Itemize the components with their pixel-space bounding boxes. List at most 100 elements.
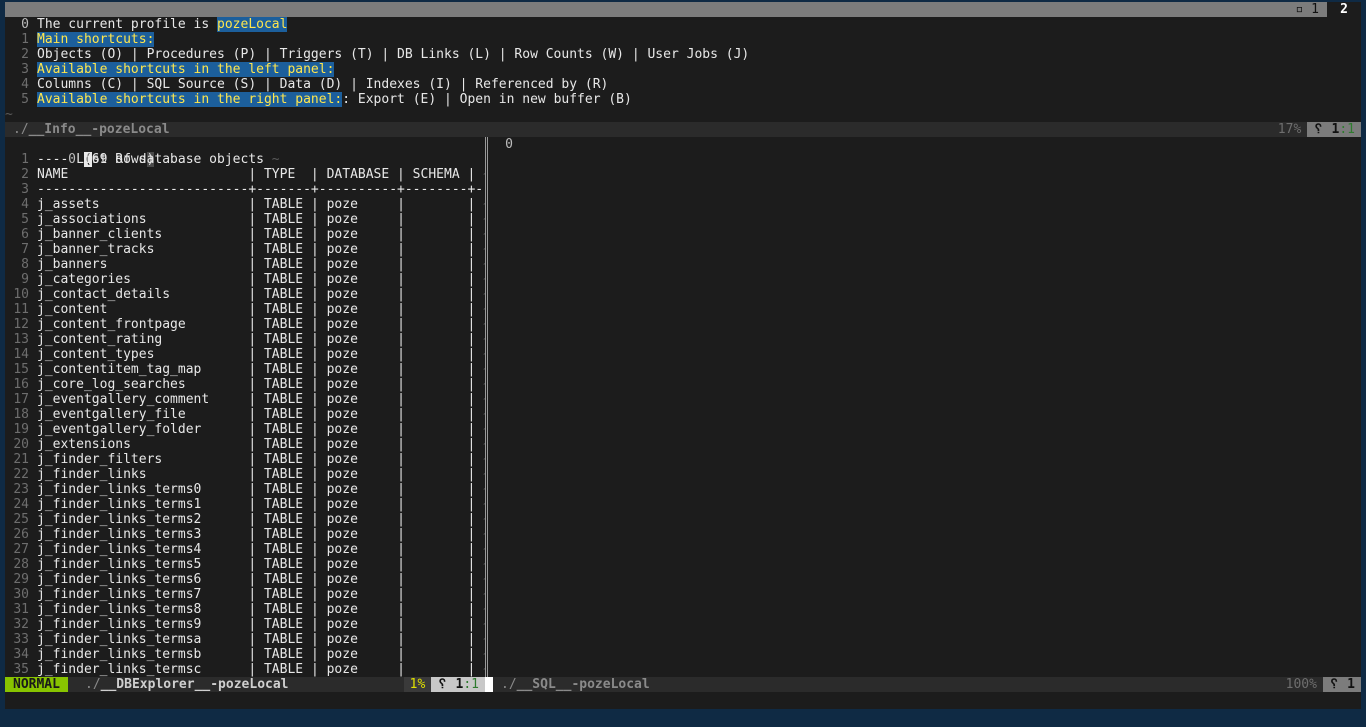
line-number: 11	[13, 302, 29, 317]
table-row[interactable]: 4 j_assets | TABLE | poze | | ~	[5, 197, 485, 212]
object-name: j_finder_links_termsc	[37, 662, 249, 677]
object-name: j_finder_links_termsb	[37, 647, 249, 662]
info-text: pozeLocal	[217, 17, 288, 32]
table-row[interactable]: 22 j_finder_links | TABLE | poze | | ~	[5, 467, 485, 482]
db-explorer-pane[interactable]: 0 (69 Rows) 1 ---- List of database object…	[5, 137, 485, 677]
object-name: j_eventgallery_folder	[37, 422, 249, 437]
cell-sep: |	[248, 302, 264, 317]
vertical-split-border[interactable]	[485, 137, 488, 677]
branch-icon: ␦	[1328, 677, 1340, 692]
info-file-name: __Info__-pozeLocal	[28, 122, 170, 137]
line-number: 30	[13, 587, 29, 602]
explorer-scroll-percent: 1%	[403, 677, 432, 692]
table-row[interactable]: 16 j_core_log_searches | TABLE | poze | |…	[5, 377, 485, 392]
split-tilde: ~	[475, 437, 485, 452]
table-row[interactable]: 28 j_finder_links_terms5 | TABLE | poze |…	[5, 557, 485, 572]
table-row[interactable]: 7 j_banner_tracks | TABLE | poze | | ~	[5, 242, 485, 257]
empty-line	[489, 332, 1361, 347]
info-text: The current profile is	[37, 17, 218, 32]
tab-count[interactable]: ▫ 1	[1296, 2, 1319, 17]
object-database: poze	[326, 392, 398, 407]
split-tilde: ~	[263, 152, 280, 167]
table-row[interactable]: 15 j_contentitem_tag_map | TABLE | poze |…	[5, 362, 485, 377]
object-database: poze	[326, 317, 398, 332]
table-row[interactable]: 11 j_content | TABLE | poze | | ~	[5, 302, 485, 317]
table-row[interactable]: 18 j_eventgallery_file | TABLE | poze | |…	[5, 407, 485, 422]
table-row[interactable]: 10 j_contact_details | TABLE | poze | | ~	[5, 287, 485, 302]
object-database: poze	[326, 572, 398, 587]
table-row[interactable]: 23 j_finder_links_terms0 | TABLE | poze |…	[5, 482, 485, 497]
table-row[interactable]: 33 j_finder_links_termsa | TABLE | poze |…	[5, 632, 485, 647]
table-row[interactable]: 12 j_content_frontpage | TABLE | poze | |…	[5, 317, 485, 332]
line-number: 14	[13, 347, 29, 362]
table-row[interactable]: 26 j_finder_links_terms3 | TABLE | poze |…	[5, 527, 485, 542]
empty-line	[489, 422, 1361, 437]
cell-sep: |	[248, 287, 264, 302]
table-row[interactable]: 21 j_finder_filters | TABLE | poze | | ~	[5, 452, 485, 467]
cell-sep: | |	[397, 512, 476, 527]
table-row[interactable]: 29 j_finder_links_terms6 | TABLE | poze |…	[5, 572, 485, 587]
table-row[interactable]: 13 j_content_rating | TABLE | poze | | ~	[5, 332, 485, 347]
cell-sep: |	[310, 617, 327, 632]
object-name: j_content_rating	[37, 332, 249, 347]
table-row[interactable]: 8 j_banners | TABLE | poze | | ~	[5, 257, 485, 272]
object-database: poze	[326, 422, 398, 437]
cell-sep: | |	[397, 377, 476, 392]
info-line: 4 Columns (C) | SQL Source (S) | Data (D)…	[5, 77, 1361, 92]
object-type: TABLE	[263, 317, 311, 332]
table-row[interactable]: 32 j_finder_links_terms9 | TABLE | poze |…	[5, 617, 485, 632]
cell-sep: | |	[397, 407, 476, 422]
split-tilde: ~	[475, 212, 485, 227]
current-tab[interactable]: 2	[1327, 2, 1361, 17]
empty-line	[489, 512, 1361, 527]
empty-line	[489, 542, 1361, 557]
empty-line	[489, 362, 1361, 377]
table-row[interactable]: 30 j_finder_links_terms7 | TABLE | poze |…	[5, 587, 485, 602]
table-row[interactable]: 9 j_categories | TABLE | poze | | ~	[5, 272, 485, 287]
object-type: TABLE	[263, 512, 311, 527]
table-row[interactable]: 27 j_finder_links_terms4 | TABLE | poze |…	[5, 542, 485, 557]
cell-sep: |	[310, 542, 327, 557]
object-name: j_contentitem_tag_map	[37, 362, 249, 377]
table-row[interactable]: 24 j_finder_links_terms1 | TABLE | poze |…	[5, 497, 485, 512]
table-row[interactable]: 6 j_banner_clients | TABLE | poze | | ~	[5, 227, 485, 242]
line-number: 13	[13, 332, 29, 347]
split-tilde: ~	[475, 467, 485, 482]
empty-line	[489, 212, 1361, 227]
object-type: TABLE	[263, 497, 311, 512]
split-tilde: ~	[475, 662, 485, 677]
object-database: poze	[326, 617, 398, 632]
sql-pane[interactable]: 0	[489, 137, 1361, 677]
split-tilde: ~	[475, 542, 485, 557]
table-row[interactable]: 5 j_associations | TABLE | poze | | ~	[5, 212, 485, 227]
table-row[interactable]: 20 j_extensions | TABLE | poze | | ~	[5, 437, 485, 452]
command-line[interactable]	[5, 692, 1361, 709]
cell-sep: |	[248, 527, 264, 542]
table-row[interactable]: 25 j_finder_links_terms2 | TABLE | poze |…	[5, 512, 485, 527]
line-number: 0	[21, 17, 29, 32]
split-tilde: ~	[475, 407, 485, 422]
row-count-line: 0 (69 Rows)	[68, 152, 155, 167]
cell-sep: |	[310, 572, 327, 587]
cell-sep: |	[248, 437, 264, 452]
object-type: TABLE	[263, 482, 311, 497]
table-row[interactable]: 14 j_content_types | TABLE | poze | | ~	[5, 347, 485, 362]
table-row[interactable]: 17 j_eventgallery_comment | TABLE | poze …	[5, 392, 485, 407]
header-text: NAME | TYPE | DATABASE | SCHEMA |	[37, 167, 476, 182]
object-type: TABLE	[263, 377, 311, 392]
cell-sep: | |	[397, 197, 476, 212]
sql-cursor-position: ␦ 1	[1322, 677, 1361, 692]
object-type: TABLE	[263, 407, 311, 422]
cell-sep: |	[248, 662, 264, 677]
cell-sep: |	[310, 257, 327, 272]
object-type: TABLE	[263, 332, 311, 347]
table-row[interactable]: 35 j_finder_links_termsc | TABLE | poze |…	[5, 662, 485, 677]
object-type: TABLE	[263, 242, 311, 257]
line-number: 32	[13, 617, 29, 632]
table-row[interactable]: 31 j_finder_links_terms8 | TABLE | poze |…	[5, 602, 485, 617]
table-row[interactable]: 34 j_finder_links_termsb | TABLE | poze |…	[5, 647, 485, 662]
empty-line	[489, 197, 1361, 212]
line-number: 10	[13, 287, 29, 302]
table-row[interactable]: 19 j_eventgallery_folder | TABLE | poze |…	[5, 422, 485, 437]
object-type: TABLE	[263, 542, 311, 557]
